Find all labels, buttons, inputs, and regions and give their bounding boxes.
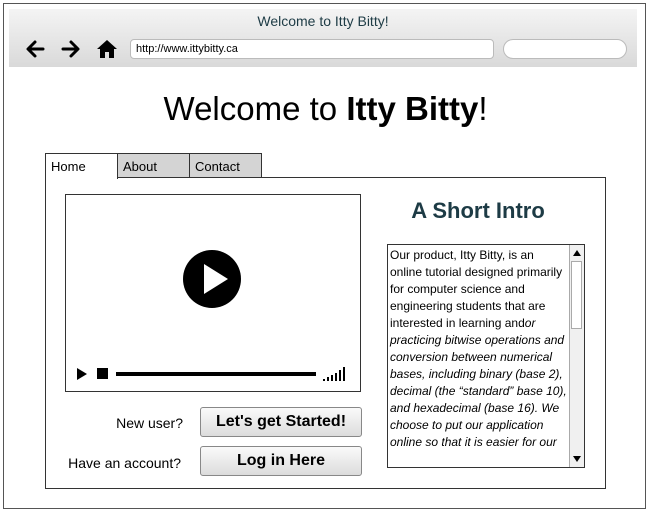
big-play-icon[interactable]	[182, 249, 242, 309]
tab-home[interactable]: Home	[45, 153, 118, 179]
volume-bars-icon[interactable]	[323, 367, 347, 381]
back-arrow-icon[interactable]	[24, 38, 46, 60]
stop-icon[interactable]	[97, 368, 108, 379]
address-bar[interactable]	[130, 39, 494, 59]
intro-text: Our product, Itty Bitty, is an online tu…	[390, 247, 568, 451]
tab-about-label: About	[123, 159, 157, 174]
heading-brand: Itty Bitty	[346, 90, 479, 127]
scrollbar[interactable]	[569, 245, 584, 467]
heading-prefix: Welcome to	[163, 90, 347, 127]
tab-contact[interactable]: Contact	[189, 153, 262, 178]
intro-textbox[interactable]: Our product, Itty Bitty, is an online tu…	[387, 244, 585, 468]
forward-arrow-icon[interactable]	[60, 38, 82, 60]
window-title: Welcome to Itty Bitty!	[257, 13, 389, 29]
new-user-label: New user?	[116, 415, 183, 431]
intro-text-italic: or practicing bitwise operations and con…	[390, 316, 567, 449]
page-heading: Welcome to Itty Bitty!	[0, 90, 651, 128]
tab-home-label: Home	[51, 159, 86, 174]
get-started-button[interactable]: Let's get Started!	[200, 407, 362, 437]
heading-suffix: !	[478, 90, 488, 127]
play-icon[interactable]	[76, 367, 88, 381]
home-icon[interactable]	[96, 38, 118, 60]
scroll-down-icon[interactable]	[573, 456, 581, 462]
tab-contact-label: Contact	[195, 159, 240, 174]
browser-search-input[interactable]	[503, 39, 627, 59]
tab-about[interactable]: About	[117, 153, 190, 178]
progress-track[interactable]	[116, 372, 316, 376]
scrollbar-thumb[interactable]	[571, 261, 582, 329]
intro-text-plain: Our product, Itty Bitty, is an online tu…	[390, 248, 563, 330]
scroll-up-icon[interactable]	[573, 250, 581, 256]
have-account-label: Have an account?	[68, 455, 181, 471]
browser-toolbar: Welcome to Itty Bitty!	[9, 9, 637, 67]
login-button[interactable]: Log in Here	[200, 446, 362, 476]
intro-title: A Short Intro	[411, 198, 545, 223]
video-player[interactable]	[65, 194, 361, 392]
